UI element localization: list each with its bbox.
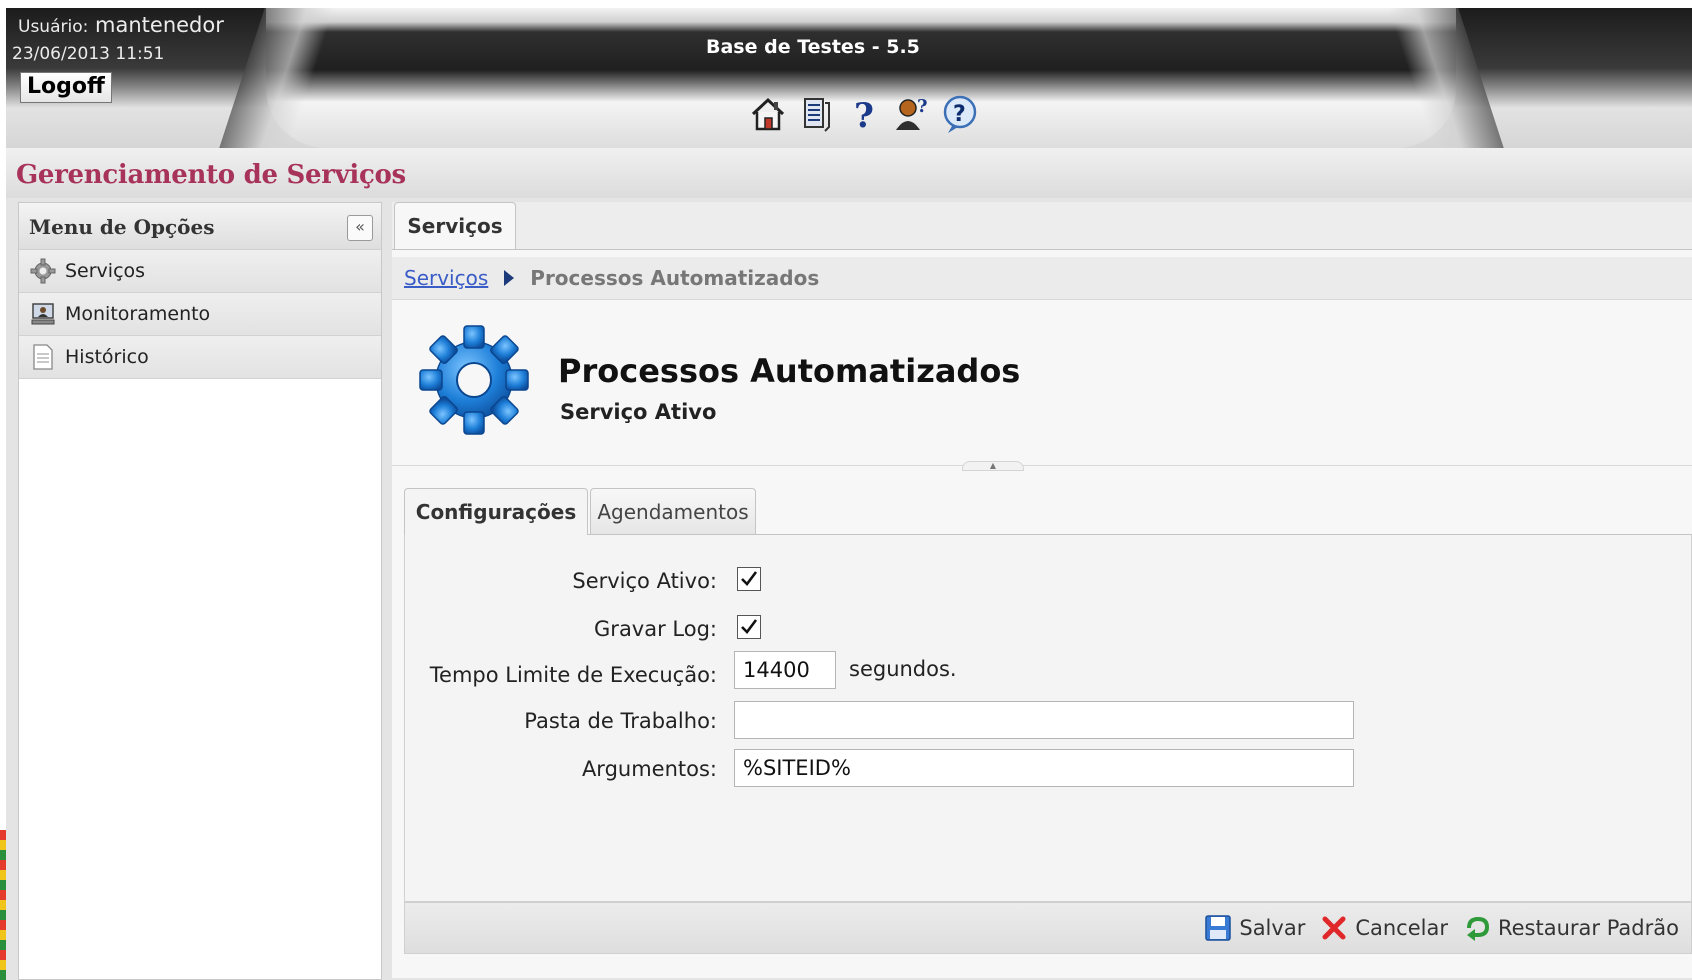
header-toolbar: ? ? ? [748,92,980,136]
document-icon [29,343,57,371]
help-question-icon[interactable]: ? [844,94,884,134]
tab-agendamentos[interactable]: Agendamentos [590,488,756,534]
row-pasta-trabalho: Pasta de Trabalho: [405,701,1691,743]
page-title: Gerenciamento de Serviços [16,160,406,190]
pasta-trabalho-input[interactable] [734,701,1354,739]
cancel-label: Cancelar [1355,916,1448,940]
sidebar-title: Menu de Opções [29,215,215,239]
monitor-icon [29,300,57,328]
save-label: Salvar [1239,916,1306,940]
breadcrumb-link-servicos[interactable]: Serviços [404,266,488,290]
checkmark-icon [741,571,758,586]
page-title-bar: Gerenciamento de Serviços [6,148,1692,198]
servico-ativo-checkbox[interactable] [737,567,761,591]
tab-servicos[interactable]: Serviços [394,202,516,249]
user-info: Usuário: mantenedor 23/06/2013 11:51 [12,12,224,66]
floppy-disk-icon [1203,913,1233,943]
restore-arrow-icon [1462,913,1492,943]
user-help-icon[interactable]: ? [892,94,932,134]
row-tempo-limite: Tempo Limite de Execução: segundos. [405,651,1691,693]
user-label: Usuário: [18,17,89,37]
header: Usuário: mantenedor 23/06/2013 11:51 Log… [6,8,1692,148]
action-bar: Salvar Cancelar Restaurar Padrão [404,902,1692,954]
argumentos-label: Argumentos: [581,757,717,781]
service-name: Processos Automatizados [558,352,1021,390]
collapse-sidebar-button[interactable]: « [347,215,373,241]
user-name: mantenedor [95,13,224,37]
sidebar-item-monitoramento[interactable]: Monitoramento [19,293,381,336]
footer-actions: Salvar Cancelar Restaurar Padrão [1203,913,1679,943]
splitter-collapse-handle[interactable]: ▲ [962,461,1024,471]
config-panel: Serviço Ativo: Gravar Log: Tempo Limite … [404,535,1692,902]
config-tabstrip: Configurações Agendamentos [404,488,1692,535]
sidebar-header: Menu de Opções « [19,203,381,250]
top-tabstrip: Serviços [392,202,1692,250]
service-header: Processos Automatizados Serviço Ativo [392,302,1692,462]
breadcrumb-arrow-icon [504,270,515,286]
panel-splitter[interactable]: ▲ [392,461,1692,472]
servico-ativo-label: Serviço Ativo: [572,569,717,593]
checkmark-icon [741,619,758,634]
breadcrumb-current: Processos Automatizados [530,266,820,290]
tempo-limite-label: Tempo Limite de Execução: [429,663,717,687]
sidebar-item-historico[interactable]: Histórico [19,336,381,379]
row-gravar-log: Gravar Log: [405,609,1691,651]
service-gear-icon [414,320,534,440]
argumentos-input[interactable] [734,749,1354,787]
svg-text:?: ? [953,102,966,127]
restore-label: Restaurar Padrão [1497,916,1679,940]
sidebar-item-servicos[interactable]: Serviços [19,250,381,293]
session-datetime: 23/06/2013 11:51 [12,44,165,64]
app-title: Base de Testes - 5.5 [706,36,920,58]
gravar-log-label: Gravar Log: [594,617,717,641]
gear-icon [29,257,57,285]
svg-text:?: ? [854,96,874,133]
document-list-icon[interactable] [796,94,836,134]
sidebar: Menu de Opções « Serviços Monitoramento … [18,202,382,980]
home-icon[interactable] [748,94,788,134]
left-edge-strip [0,830,6,980]
gravar-log-checkbox[interactable] [737,615,761,639]
service-status: Serviço Ativo [560,400,717,424]
restore-default-button[interactable]: Restaurar Padrão [1462,913,1679,943]
tempo-limite-input[interactable] [734,651,836,689]
svg-text:?: ? [917,96,928,117]
support-help-icon[interactable]: ? [940,94,980,134]
pasta-trabalho-label: Pasta de Trabalho: [524,709,717,733]
red-x-icon [1319,913,1349,943]
app-window: Usuário: mantenedor 23/06/2013 11:51 Log… [6,8,1692,980]
main-content: Serviços Serviços Processos Automatizado… [392,202,1692,978]
tab-configuracoes[interactable]: Configurações [404,488,588,535]
breadcrumb: Serviços Processos Automatizados [392,257,1692,300]
sidebar-item-label: Histórico [65,346,149,368]
user-line: Usuário: mantenedor [18,12,224,40]
cancel-button[interactable]: Cancelar [1319,913,1448,943]
logoff-button[interactable]: Logoff [20,72,112,103]
sidebar-item-label: Monitoramento [65,303,211,325]
tempo-limite-unit: segundos. [849,657,957,681]
save-button[interactable]: Salvar [1203,913,1305,943]
row-servico-ativo: Serviço Ativo: [405,561,1691,603]
sidebar-item-label: Serviços [65,260,146,282]
row-argumentos: Argumentos: [405,749,1691,791]
